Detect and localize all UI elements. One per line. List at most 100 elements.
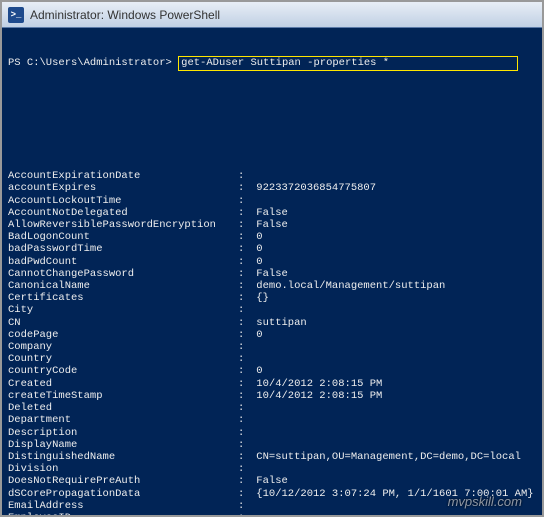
property-key: AccountNotDelegated (8, 207, 238, 219)
property-key: Description (8, 427, 238, 439)
property-row: Division: (8, 463, 536, 475)
property-colon: : (238, 427, 250, 439)
property-colon: : (238, 414, 250, 426)
property-row: CN: suttipan (8, 317, 536, 329)
property-key: CN (8, 317, 238, 329)
property-colon: : (238, 378, 250, 390)
property-key: createTimeStamp (8, 390, 238, 402)
property-key: Company (8, 341, 238, 353)
property-key: Division (8, 463, 238, 475)
property-colon: : (238, 256, 250, 268)
property-key: Deleted (8, 402, 238, 414)
property-row: Description: (8, 427, 536, 439)
property-value: 10/4/2012 2:08:15 PM (250, 378, 536, 390)
property-value: 0 (250, 365, 536, 377)
property-value: 9223372036854775807 (250, 182, 536, 194)
property-key: accountExpires (8, 182, 238, 194)
property-value: {} (250, 292, 536, 304)
property-value (250, 341, 536, 353)
property-colon: : (238, 243, 250, 255)
property-value: False (250, 268, 536, 280)
property-colon: : (238, 195, 250, 207)
property-key: Created (8, 378, 238, 390)
property-row: DoesNotRequirePreAuth: False (8, 475, 536, 487)
property-colon: : (238, 475, 250, 487)
property-colon: : (238, 402, 250, 414)
property-key: CanonicalName (8, 280, 238, 292)
property-key: dSCorePropagationData (8, 488, 238, 500)
property-value (250, 402, 536, 414)
property-value: 0 (250, 231, 536, 243)
property-key: EmployeeID (8, 512, 238, 515)
property-colon: : (238, 353, 250, 365)
property-row: BadLogonCount: 0 (8, 231, 536, 243)
property-colon: : (238, 463, 250, 475)
property-colon: : (238, 280, 250, 292)
property-row: accountExpires: 9223372036854775807 (8, 182, 536, 194)
property-row: AccountLockoutTime: (8, 195, 536, 207)
prompt-line: PS C:\Users\Administrator> get-ADuser Su… (8, 56, 536, 70)
property-row: City: (8, 304, 536, 316)
property-colon: : (238, 390, 250, 402)
property-row: DistinguishedName: CN=suttipan,OU=Manage… (8, 451, 536, 463)
console-output[interactable]: PS C:\Users\Administrator> get-ADuser Su… (2, 28, 542, 515)
property-key: AccountLockoutTime (8, 195, 238, 207)
property-row: countryCode: 0 (8, 365, 536, 377)
property-key: DoesNotRequirePreAuth (8, 475, 238, 487)
property-row: Department: (8, 414, 536, 426)
property-value (250, 427, 536, 439)
property-row: DisplayName: (8, 439, 536, 451)
property-list: AccountExpirationDate: accountExpires: 9… (8, 170, 536, 515)
property-key: Department (8, 414, 238, 426)
property-value: demo.local/Management/suttipan (250, 280, 536, 292)
property-row: Certificates: {} (8, 292, 536, 304)
property-colon: : (238, 488, 250, 500)
property-row: badPasswordTime: 0 (8, 243, 536, 255)
property-colon: : (238, 365, 250, 377)
property-key: DistinguishedName (8, 451, 238, 463)
property-row: CanonicalName: demo.local/Management/sut… (8, 280, 536, 292)
property-value: CN=suttipan,OU=Management,DC=demo,DC=loc… (250, 451, 536, 463)
property-colon: : (238, 317, 250, 329)
property-key: badPwdCount (8, 256, 238, 268)
property-row: EmployeeID: (8, 512, 536, 515)
property-key: BadLogonCount (8, 231, 238, 243)
property-colon: : (238, 292, 250, 304)
property-key: AccountExpirationDate (8, 170, 238, 182)
watermark: mvpskill.com (448, 494, 522, 509)
property-row: AllowReversiblePasswordEncryption: False (8, 219, 536, 231)
property-key: DisplayName (8, 439, 238, 451)
property-key: CannotChangePassword (8, 268, 238, 280)
property-key: badPasswordTime (8, 243, 238, 255)
property-key: codePage (8, 329, 238, 341)
property-key: AllowReversiblePasswordEncryption (8, 219, 238, 231)
property-value (250, 463, 536, 475)
property-value: False (250, 219, 536, 231)
blank-line (8, 97, 536, 109)
property-value: 0 (250, 329, 536, 341)
property-value: 0 (250, 256, 536, 268)
command-highlight: get-ADuser Suttipan -properties * (178, 56, 518, 70)
property-row: codePage: 0 (8, 329, 536, 341)
property-colon: : (238, 304, 250, 316)
property-value: suttipan (250, 317, 536, 329)
property-row: createTimeStamp: 10/4/2012 2:08:15 PM (8, 390, 536, 402)
property-row: Company: (8, 341, 536, 353)
property-colon: : (238, 451, 250, 463)
property-value (250, 414, 536, 426)
property-row: badPwdCount: 0 (8, 256, 536, 268)
window-titlebar[interactable]: >_ Administrator: Windows PowerShell (2, 2, 542, 28)
property-colon: : (238, 231, 250, 243)
property-key: EmailAddress (8, 500, 238, 512)
property-colon: : (238, 170, 250, 182)
property-value: False (250, 475, 536, 487)
property-row: AccountNotDelegated: False (8, 207, 536, 219)
powershell-icon: >_ (8, 7, 24, 23)
property-row: Created: 10/4/2012 2:08:15 PM (8, 378, 536, 390)
property-colon: : (238, 512, 250, 515)
property-value (250, 304, 536, 316)
property-value: False (250, 207, 536, 219)
property-row: Country: (8, 353, 536, 365)
blank-line (8, 134, 536, 146)
property-key: Certificates (8, 292, 238, 304)
